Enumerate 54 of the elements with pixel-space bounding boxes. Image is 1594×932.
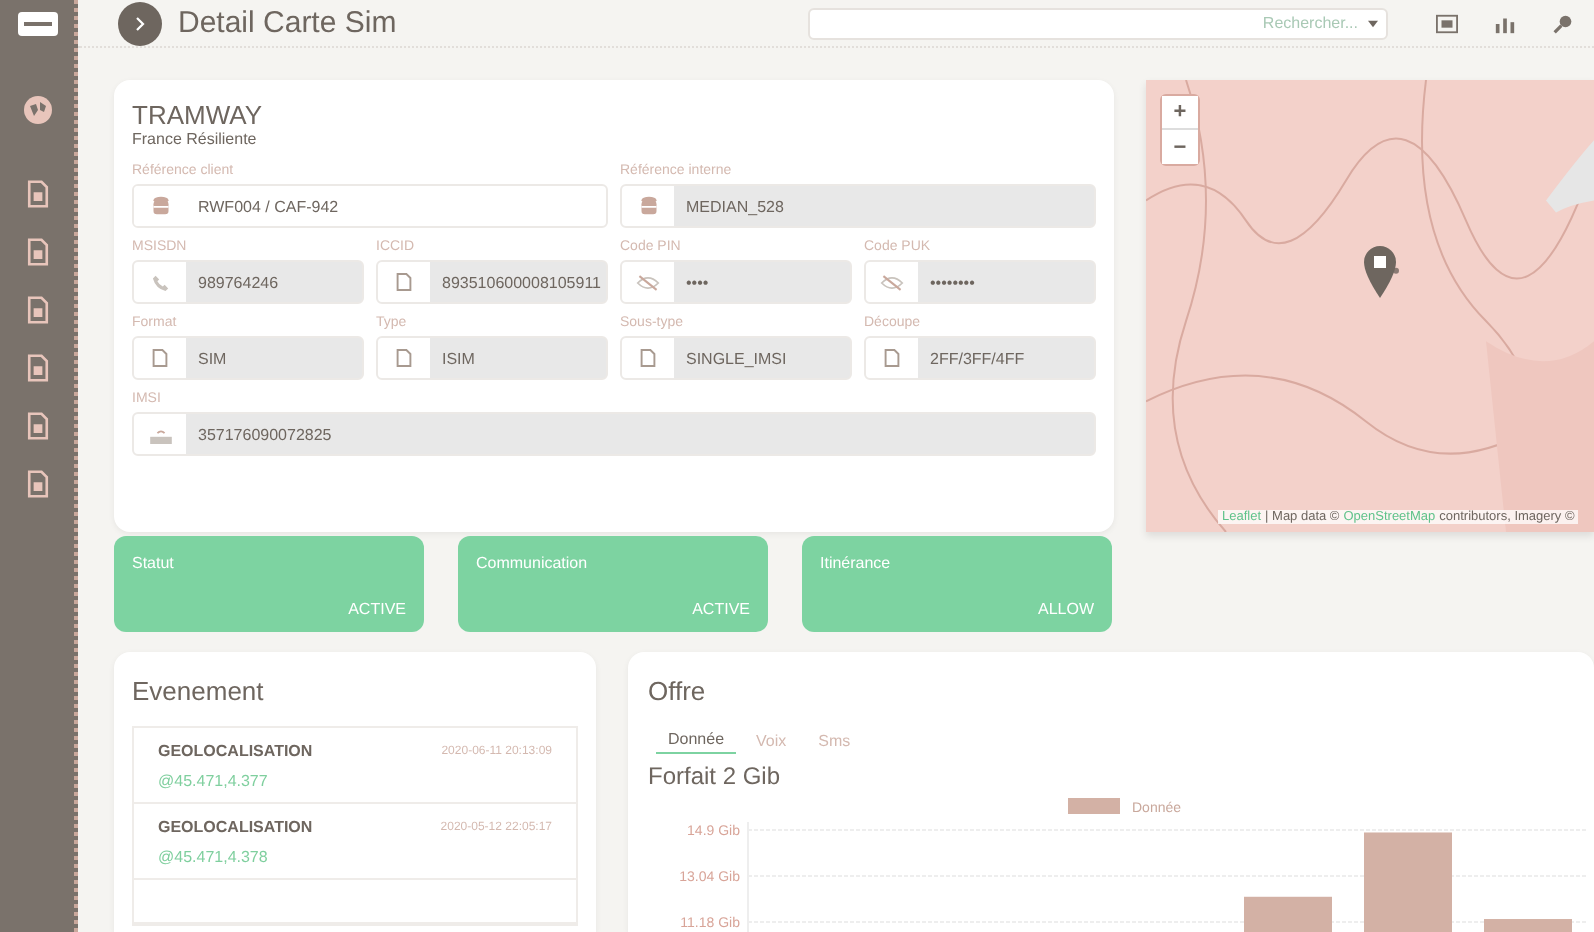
database-icon bbox=[639, 196, 657, 216]
card-title: Offre bbox=[648, 676, 708, 706]
chart-bar bbox=[1244, 896, 1332, 932]
sim-icon bbox=[152, 348, 168, 368]
field-value: MEDIAN_528 bbox=[684, 197, 784, 215]
sim-icon bbox=[640, 348, 656, 368]
chart-bar bbox=[1484, 919, 1572, 932]
search-field[interactable]: Rechercher... bbox=[808, 7, 1388, 39]
field-value: 357176090072825 bbox=[196, 425, 332, 443]
event-position: @45.471,4.378 bbox=[158, 848, 270, 866]
database-icon bbox=[151, 196, 169, 216]
card-icon[interactable] bbox=[17, 12, 57, 36]
event-position: @45.471,4.377 bbox=[158, 772, 270, 790]
field-value: 989764246 bbox=[196, 273, 279, 291]
input-field[interactable]: RWF004 / CAF-942 bbox=[132, 184, 608, 228]
field-value: 2FF/3FF/4FF bbox=[928, 349, 1025, 367]
field-value: •••• bbox=[684, 273, 709, 291]
forward-button[interactable] bbox=[118, 1, 162, 45]
field-value: SINGLE_IMSI bbox=[684, 349, 787, 367]
status-value: ALLOW bbox=[1037, 600, 1094, 618]
tab[interactable]: Donnée bbox=[656, 726, 737, 754]
search-icon[interactable] bbox=[1552, 13, 1574, 33]
caret-icon[interactable] bbox=[1368, 19, 1378, 27]
phone-icon bbox=[151, 273, 169, 291]
sim-icon bbox=[396, 348, 412, 368]
field-value: RWF004 / CAF-942 bbox=[196, 197, 339, 215]
sim-icon[interactable] bbox=[1436, 13, 1458, 33]
sim-icon bbox=[884, 348, 900, 368]
eye-slash-icon bbox=[636, 273, 660, 291]
chart-icon[interactable] bbox=[1494, 13, 1516, 33]
eye-slash-icon bbox=[880, 273, 904, 291]
field-value: SIM bbox=[196, 349, 227, 367]
chart-bar bbox=[1364, 832, 1452, 932]
status-value: ACTIVE bbox=[348, 600, 406, 618]
card-title: Evenement bbox=[132, 676, 266, 706]
card-subtitle: France Résiliente bbox=[132, 130, 259, 148]
zoom-in-button[interactable]: + bbox=[1162, 96, 1198, 130]
field-value: •••••••• bbox=[928, 273, 975, 291]
field-value: ISIM bbox=[440, 349, 475, 367]
status-label: Statut bbox=[132, 554, 176, 572]
status-label: Itinérance bbox=[820, 554, 893, 572]
field-value: 893510600008105911 bbox=[440, 273, 601, 291]
router-icon bbox=[149, 425, 171, 443]
status-label: Communication bbox=[476, 554, 590, 572]
plan-title: Forfait 2 Gib bbox=[648, 762, 783, 790]
globe-icon[interactable] bbox=[21, 94, 53, 126]
event-type: GEOLOCALISATION bbox=[158, 742, 313, 760]
chevron-right-icon bbox=[134, 15, 146, 31]
event-type: GEOLOCALISATION bbox=[158, 818, 313, 836]
map-pin-icon[interactable] bbox=[1364, 246, 1396, 298]
sim-icon bbox=[396, 272, 412, 292]
page-title: Detail Carte Sim bbox=[178, 6, 399, 40]
status-value: ACTIVE bbox=[692, 600, 750, 618]
card-title: TRAMWAY bbox=[132, 100, 264, 130]
